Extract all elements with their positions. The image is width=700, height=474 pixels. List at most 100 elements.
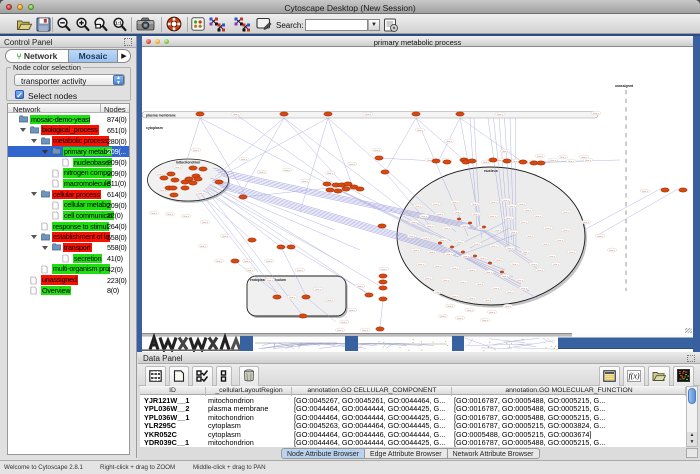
svg-text:Gen n: Gen n — [593, 113, 600, 115]
svg-text:Gen n: Gen n — [362, 330, 369, 332]
svg-text:Gen n: Gen n — [425, 278, 432, 280]
svg-text:Gen n: Gen n — [543, 244, 550, 246]
svg-text:Gen n: Gen n — [429, 252, 436, 254]
svg-text:Gen n: Gen n — [267, 280, 274, 282]
svg-text:Gen n: Gen n — [486, 272, 493, 274]
svg-text:Gen n: Gen n — [381, 269, 388, 271]
svg-text:Gen n: Gen n — [446, 141, 453, 143]
svg-text:Gen n: Gen n — [482, 320, 489, 322]
svg-text:Gen n: Gen n — [437, 214, 444, 216]
svg-text:Gen n: Gen n — [537, 270, 544, 272]
svg-text:Gen n: Gen n — [415, 206, 422, 208]
svg-text:Gen n: Gen n — [491, 246, 498, 248]
svg-text:Gen n: Gen n — [222, 236, 229, 238]
svg-text:Gen n: Gen n — [435, 266, 442, 268]
svg-text:Gen n: Gen n — [531, 264, 538, 266]
svg-text:Gen n: Gen n — [157, 174, 164, 176]
svg-text:Gen n: Gen n — [233, 114, 240, 116]
svg-text:Gen n: Gen n — [583, 222, 590, 224]
svg-text:Gen n: Gen n — [545, 228, 552, 230]
svg-text:plasma membrane: plasma membrane — [146, 114, 176, 118]
svg-text:Gen n: Gen n — [452, 268, 459, 270]
svg-text:Gen n: Gen n — [452, 202, 459, 204]
svg-text:Gen n: Gen n — [443, 280, 450, 282]
svg-text:Gen n: Gen n — [497, 114, 504, 116]
svg-text:Gen n: Gen n — [521, 222, 528, 224]
svg-text:Gen n: Gen n — [409, 236, 416, 238]
svg-text:Gen n: Gen n — [417, 130, 424, 132]
svg-text:Gen n: Gen n — [495, 230, 502, 232]
svg-text:Gen n: Gen n — [315, 289, 322, 291]
svg-text:Gen n: Gen n — [506, 218, 513, 220]
svg-text:Gen n: Gen n — [151, 213, 158, 215]
svg-text:Gen n: Gen n — [297, 270, 304, 272]
svg-text:Gen n: Gen n — [423, 238, 430, 240]
svg-text:Gen n: Gen n — [447, 306, 454, 308]
svg-text:Gen n: Gen n — [467, 310, 474, 312]
svg-text:Gen n: Gen n — [537, 156, 544, 158]
svg-text:Gen n: Gen n — [241, 159, 248, 161]
svg-text:Gen n: Gen n — [523, 252, 530, 254]
svg-text:Gen n: Gen n — [609, 250, 616, 252]
svg-text:Gen n: Gen n — [418, 264, 425, 266]
svg-text:Gen n: Gen n — [493, 288, 500, 290]
svg-text:Gen n: Gen n — [266, 261, 273, 263]
svg-text:Gen n: Gen n — [502, 276, 509, 278]
svg-text:Gen n: Gen n — [427, 226, 434, 228]
svg-text:Gen n: Gen n — [549, 256, 556, 258]
svg-text:Gen n: Gen n — [216, 261, 223, 263]
svg-text:Gen n: Gen n — [463, 256, 470, 258]
svg-text:Gen n: Gen n — [198, 193, 205, 195]
svg-text:Gen n: Gen n — [444, 228, 451, 230]
svg-text:Gen n: Gen n — [327, 173, 334, 175]
svg-text:Gen n: Gen n — [259, 172, 266, 174]
svg-text:Gen n: Gen n — [642, 191, 649, 193]
svg-text:Gen n: Gen n — [440, 316, 447, 318]
svg-text:Gen n: Gen n — [374, 150, 381, 152]
svg-text:Gen n: Gen n — [302, 181, 309, 183]
svg-text:Gen n: Gen n — [160, 190, 167, 192]
svg-text:Gen n: Gen n — [200, 246, 207, 248]
svg-text:Gen n: Gen n — [512, 264, 519, 266]
svg-text:Gen n: Gen n — [455, 212, 462, 214]
svg-text:Gen n: Gen n — [490, 216, 497, 218]
svg-text:Gen n: Gen n — [349, 164, 356, 166]
svg-text:Gen n: Gen n — [337, 330, 344, 332]
svg-text:Gen n: Gen n — [489, 312, 496, 314]
svg-text:Gen n: Gen n — [440, 240, 447, 242]
svg-text:Gen n: Gen n — [597, 236, 604, 238]
svg-text:Gen n: Gen n — [341, 322, 348, 324]
svg-text:Gen n: Gen n — [496, 260, 503, 262]
svg-text:Gen n: Gen n — [167, 214, 174, 216]
svg-text:Gen n: Gen n — [452, 296, 459, 298]
svg-text:Gen n: Gen n — [502, 151, 509, 153]
svg-text:Gen n: Gen n — [527, 236, 534, 238]
svg-text:Gen n: Gen n — [585, 160, 592, 162]
svg-text:Gen n: Gen n — [183, 216, 190, 218]
svg-text:Gen n: Gen n — [457, 318, 464, 320]
svg-text:Gen n: Gen n — [284, 170, 291, 172]
svg-text:Gen n: Gen n — [483, 162, 490, 164]
svg-text:Gen n: Gen n — [421, 216, 428, 218]
svg-text:Gen n: Gen n — [413, 250, 420, 252]
svg-text:Gen n: Gen n — [521, 288, 528, 290]
svg-text:unassigned: unassigned — [615, 84, 633, 88]
svg-text:Gen n: Gen n — [349, 310, 356, 312]
svg-text:Gen n: Gen n — [568, 161, 575, 163]
svg-text:Gen n: Gen n — [550, 160, 557, 162]
svg-text:Gen n: Gen n — [433, 204, 440, 206]
svg-text:Gen n: Gen n — [511, 232, 518, 234]
svg-text:Gen n: Gen n — [460, 282, 467, 284]
svg-text:mitochondrion: mitochondrion — [176, 161, 201, 165]
svg-text:Gen n: Gen n — [525, 210, 532, 212]
svg-text:Gen n: Gen n — [247, 270, 254, 272]
svg-text:Gen n: Gen n — [202, 222, 209, 224]
svg-text:Gen n: Gen n — [474, 244, 481, 246]
svg-text:Gen n: Gen n — [175, 167, 182, 169]
svg-text:Gen n: Gen n — [365, 114, 372, 116]
svg-text:Gen n: Gen n — [480, 258, 487, 260]
svg-text:Gen n: Gen n — [517, 280, 524, 282]
svg-text:Gen n: Gen n — [519, 204, 526, 206]
svg-text:Gen n: Gen n — [557, 240, 564, 242]
svg-text:Gen n: Gen n — [569, 252, 576, 254]
